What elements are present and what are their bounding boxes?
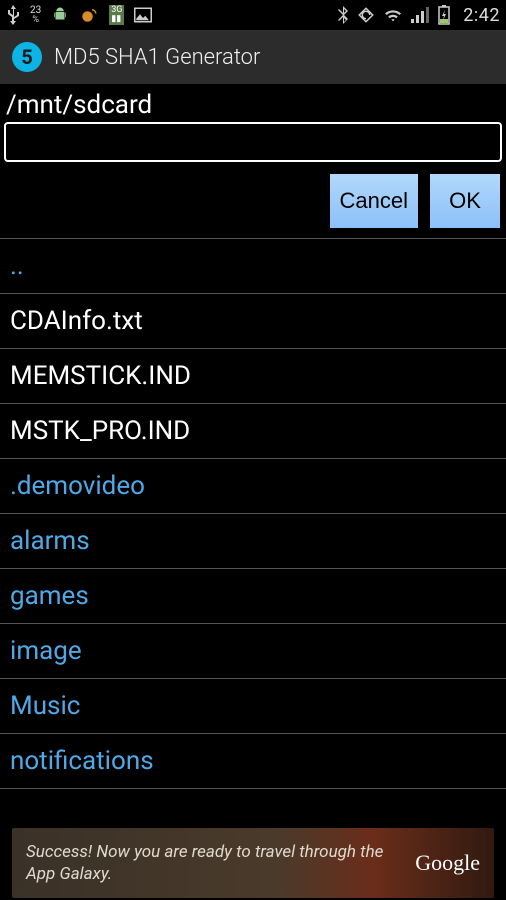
- status-left: 23 % 3G▮▮: [6, 5, 152, 25]
- network-3g-icon: 3G▮▮: [109, 5, 124, 25]
- status-right: 2:42: [337, 5, 500, 26]
- bluetooth-icon: [337, 6, 349, 24]
- list-item[interactable]: .demovideo: [0, 459, 506, 514]
- list-item[interactable]: CDAInfo.txt: [0, 294, 506, 349]
- path-label: /mnt/sdcard: [0, 84, 506, 122]
- list-item[interactable]: alarms: [0, 514, 506, 569]
- list-item[interactable]: MEMSTICK.IND: [0, 349, 506, 404]
- file-list: ..CDAInfo.txtMEMSTICK.INDMSTK_PRO.IND.de…: [0, 238, 506, 789]
- list-item[interactable]: image: [0, 624, 506, 679]
- battery-percent: 23 %: [30, 6, 41, 25]
- list-item[interactable]: games: [0, 569, 506, 624]
- ok-button[interactable]: OK: [430, 174, 500, 228]
- cancel-button[interactable]: Cancel: [330, 174, 418, 228]
- app-title: MD5 SHA1 Generator: [54, 45, 260, 70]
- gallery-icon: [134, 7, 152, 23]
- ad-text: Success! Now you are ready to travel thr…: [26, 841, 415, 885]
- list-item[interactable]: Music: [0, 679, 506, 734]
- android-icon: [51, 6, 69, 24]
- list-item[interactable]: MSTK_PRO.IND: [0, 404, 506, 459]
- battery-icon: [437, 5, 451, 25]
- wifi-icon: [383, 7, 403, 23]
- app-icon-glyph: 5: [21, 45, 32, 69]
- ad-banner[interactable]: Success! Now you are ready to travel thr…: [12, 828, 494, 898]
- signal-icon: [411, 7, 429, 23]
- status-time: 2:42: [463, 5, 500, 26]
- app-icon: 5: [12, 42, 42, 72]
- ad-brand: Google: [415, 850, 480, 876]
- status-bar: 23 % 3G▮▮ 2:42: [0, 0, 506, 30]
- list-item[interactable]: ..: [0, 239, 506, 294]
- path-input[interactable]: [4, 122, 502, 162]
- usb-icon: [6, 5, 20, 25]
- rotate-icon: [357, 6, 375, 24]
- app-bar: 5 MD5 SHA1 Generator: [0, 30, 506, 84]
- path-input-wrap: [0, 122, 506, 168]
- button-row: Cancel OK: [0, 168, 506, 238]
- list-item[interactable]: notifications: [0, 734, 506, 789]
- weibo-icon: [79, 6, 99, 24]
